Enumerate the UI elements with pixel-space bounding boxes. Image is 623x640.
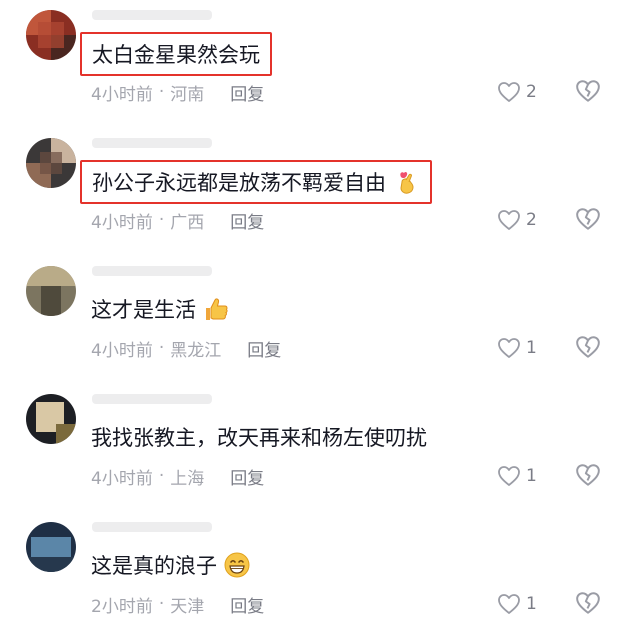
comment-time: 4小时前 <box>91 84 153 105</box>
comment-location: 天津 <box>170 596 205 617</box>
comment-item: 这才是生活 4小时前 · 黑龙江 回复 1 <box>0 256 623 384</box>
comment-text-highlighted: 孙公子永远都是放荡不羁爱自由 <box>80 160 432 204</box>
comment-text-row: 这是真的浪子 <box>91 548 251 582</box>
comment-text: 孙公子永远都是放荡不羁爱自由 <box>92 171 386 195</box>
heart-icon <box>498 466 520 486</box>
avatar[interactable] <box>26 266 76 316</box>
avatar[interactable] <box>26 394 76 444</box>
comment-time: 4小时前 <box>91 212 153 233</box>
username-blurred <box>92 394 212 404</box>
like-button[interactable]: 2 <box>497 79 537 105</box>
like-button[interactable]: 1 <box>497 463 537 489</box>
comment-meta: 2小时前 · 天津 回复 <box>91 592 264 617</box>
like-count: 2 <box>526 210 537 230</box>
reply-button[interactable]: 回复 <box>230 592 264 617</box>
comment-item: 我找张教主，改天再来和杨左使叨扰 4小时前 · 上海 回复 1 <box>0 384 623 512</box>
comment-meta: 4小时前 · 河南 回复 <box>91 80 264 105</box>
comment-location: 上海 <box>170 468 205 489</box>
broken-heart-icon <box>576 208 600 230</box>
like-count: 1 <box>526 466 537 486</box>
broken-heart-icon <box>576 464 600 486</box>
reply-button[interactable]: 回复 <box>230 464 264 489</box>
like-count: 1 <box>526 594 537 614</box>
comment-item: 孙公子永远都是放荡不羁爱自由 4小时前 · 广西 回复 2 <box>0 128 623 256</box>
comment-text: 太白金星果然会玩 <box>92 43 260 67</box>
meta-separator: · <box>158 338 165 358</box>
thumbs-up-emoji <box>206 298 228 320</box>
heart-icon <box>498 82 520 102</box>
broken-heart-icon <box>576 592 600 614</box>
heart-icon <box>498 210 520 230</box>
comment-time: 4小时前 <box>91 340 153 361</box>
avatar[interactable] <box>26 522 76 572</box>
meta-separator: · <box>158 594 165 614</box>
finger-heart-emoji <box>400 171 414 194</box>
meta-separator: · <box>158 466 165 486</box>
like-button[interactable]: 1 <box>497 335 537 361</box>
broken-heart-icon <box>576 336 600 358</box>
dislike-button[interactable] <box>575 207 601 233</box>
dislike-button[interactable] <box>575 79 601 105</box>
comment-text-highlighted: 太白金星果然会玩 <box>80 32 272 76</box>
comment-location: 黑龙江 <box>170 340 222 361</box>
username-blurred <box>92 10 212 20</box>
comment-text-row: 我找张教主，改天再来和杨左使叨扰 <box>91 420 427 454</box>
reply-button[interactable]: 回复 <box>247 336 281 361</box>
dislike-button[interactable] <box>575 591 601 617</box>
broken-heart-icon <box>576 80 600 102</box>
like-button[interactable]: 2 <box>497 207 537 233</box>
avatar[interactable] <box>26 138 76 188</box>
comment-meta: 4小时前 · 广西 回复 <box>91 208 264 233</box>
username-blurred <box>92 266 212 276</box>
comment-text: 这才是生活 <box>91 298 196 322</box>
comment-location: 河南 <box>170 84 205 105</box>
comment-time: 4小时前 <box>91 468 153 489</box>
like-count: 1 <box>526 338 537 358</box>
heart-icon <box>498 338 520 358</box>
dislike-button[interactable] <box>575 335 601 361</box>
comment-text: 我找张教主，改天再来和杨左使叨扰 <box>91 426 427 450</box>
username-blurred <box>92 138 212 148</box>
meta-separator: · <box>158 82 165 102</box>
heart-icon <box>498 594 520 614</box>
like-button[interactable]: 1 <box>497 591 537 617</box>
reply-button[interactable]: 回复 <box>230 208 264 233</box>
like-count: 2 <box>526 82 537 102</box>
comment-location: 广西 <box>170 212 205 233</box>
comment-item: 太白金星果然会玩 4小时前 · 河南 回复 2 <box>0 0 623 128</box>
grinning-emoji <box>224 552 250 578</box>
meta-separator: · <box>158 210 165 230</box>
comment-meta: 4小时前 · 上海 回复 <box>91 464 264 489</box>
dislike-button[interactable] <box>575 463 601 489</box>
avatar[interactable] <box>26 10 76 60</box>
reply-button[interactable]: 回复 <box>230 80 264 105</box>
username-blurred <box>92 522 212 532</box>
comment-meta: 4小时前 · 黑龙江 回复 <box>91 336 281 361</box>
comment-list: 太白金星果然会玩 4小时前 · 河南 回复 2 孙公子永远都是放荡不羁爱自由 4… <box>0 0 623 640</box>
comment-item: 这是真的浪子 2小时前 · 天津 回复 1 <box>0 512 623 640</box>
comment-text-row: 这才是生活 <box>91 292 230 326</box>
comment-text: 这是真的浪子 <box>91 554 217 578</box>
comment-time: 2小时前 <box>91 596 153 617</box>
